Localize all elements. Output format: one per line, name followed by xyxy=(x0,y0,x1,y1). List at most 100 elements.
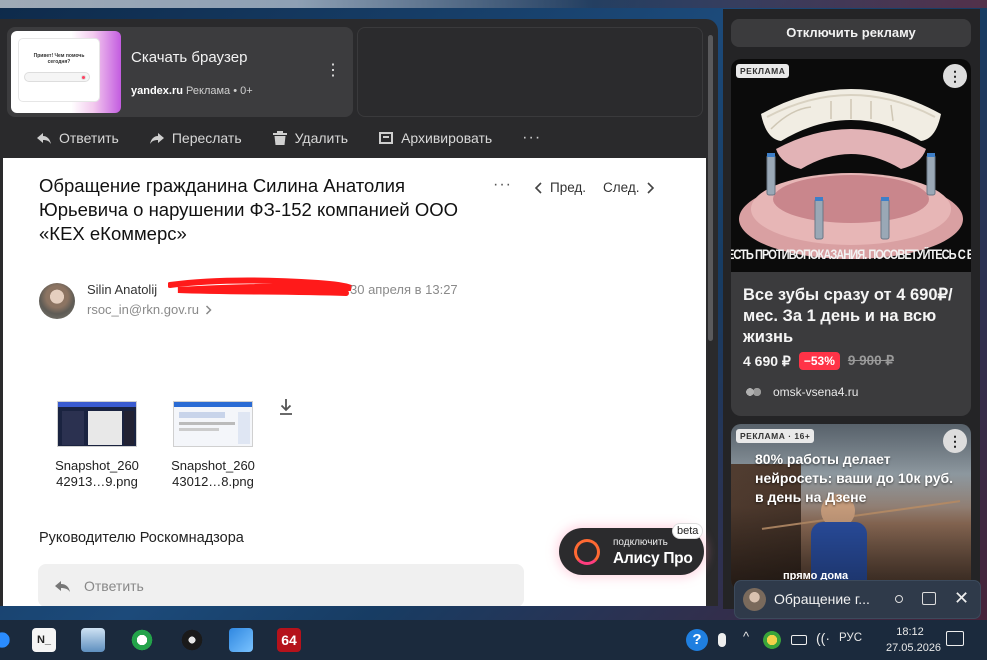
recipient-address[interactable]: rsoc_in@rkn.gov.ru xyxy=(87,302,212,317)
dental-ad-image: РЕКЛАМА ⋮ ЕСТЬ ПРОТИВОПОКАЗАНИЯ. ПОСОВЕТ… xyxy=(731,59,971,272)
ad-thumbnail-text: Привет! Чем помочь сегодня? xyxy=(33,53,85,65)
clock-time: 18:12 xyxy=(896,626,924,638)
clock-date: 27.05.2026 xyxy=(886,642,942,654)
battery-icon[interactable] xyxy=(791,635,807,645)
alice-subtitle: подключить xyxy=(613,537,668,548)
ad-sep: • xyxy=(233,85,238,97)
quick-reply-placeholder: Ответить xyxy=(84,577,144,594)
site-logo-icon xyxy=(743,384,763,400)
minimize-icon[interactable] xyxy=(895,595,903,603)
app-icon-partial[interactable] xyxy=(0,628,14,652)
ad-domain-row[interactable]: omsk-vsena4.ru xyxy=(743,384,858,400)
message-body-text: Руководителю Роскомнадзора xyxy=(39,530,244,546)
media-app-icon[interactable] xyxy=(180,628,204,652)
ad-title[interactable]: Все зубы сразу от 4 690₽/мес. За 1 день … xyxy=(743,285,965,348)
discount-badge: −53% xyxy=(798,352,840,370)
beta-badge: beta xyxy=(673,524,703,538)
download-icon[interactable] xyxy=(279,398,293,416)
forward-label: Переслать xyxy=(171,130,242,146)
app-64-icon[interactable]: 64 xyxy=(277,628,301,652)
reply-icon xyxy=(55,580,70,592)
dentures-illustration xyxy=(739,89,963,259)
archive-button[interactable]: Архивировать xyxy=(378,130,492,146)
attachment-item[interactable]: Snapshot_260 43012…8.png xyxy=(158,401,268,490)
sender-avatar[interactable] xyxy=(39,283,75,319)
maximize-icon[interactable] xyxy=(922,592,936,605)
attachment-thumbnail xyxy=(57,401,137,447)
chevron-left-icon xyxy=(534,181,542,194)
ad-meta: yandex.ru Реклама • 0+ xyxy=(131,85,253,97)
old-price: 9 900 ₽ xyxy=(847,353,894,368)
recipient-email: rsoc_in@rkn.gov.ru xyxy=(87,302,199,317)
ad-menu-icon[interactable]: ⋮ xyxy=(943,64,967,88)
next-message-button[interactable]: След. xyxy=(603,180,655,195)
reply-label: Ответить xyxy=(59,130,119,146)
microphone-icon[interactable] xyxy=(718,633,726,647)
alice-pro-button[interactable]: подключить Алису Про beta xyxy=(559,524,704,575)
attachment-item[interactable]: Snapshot_260 42913…9.png xyxy=(42,401,152,490)
browser-ad-banner[interactable]: Привет! Чем помочь сегодня? Скачать брау… xyxy=(7,27,353,117)
next-label: След. xyxy=(603,180,640,195)
ad-age: 0+ xyxy=(240,85,253,97)
wifi-icon[interactable]: ((· xyxy=(816,630,830,646)
reply-button[interactable]: Ответить xyxy=(36,130,119,146)
chevron-up-icon[interactable]: ^ xyxy=(743,629,749,644)
forward-button[interactable]: Переслать xyxy=(149,130,242,146)
mail-window: Привет! Чем помочь сегодня? Скачать брау… xyxy=(0,19,718,606)
ad-thumbnail: Привет! Чем помочь сегодня? xyxy=(11,31,121,113)
mail-scrollbar[interactable] xyxy=(708,35,713,341)
ad-domain: omsk-vsena4.ru xyxy=(773,385,859,399)
minimized-compose-window[interactable]: Обращение г... ✕ xyxy=(735,581,980,618)
message-more-button[interactable]: ··· xyxy=(493,176,512,194)
alice-logo-icon xyxy=(574,539,600,565)
monitor-app-icon[interactable] xyxy=(81,628,105,652)
ad-menu-icon[interactable]: ⋮ xyxy=(325,63,341,79)
forward-icon xyxy=(149,133,164,144)
ad-title[interactable]: 80% работы делает нейросеть: ваши до 10к… xyxy=(755,450,955,507)
ad-title[interactable]: Скачать браузер xyxy=(131,49,247,66)
tray-app-icon[interactable] xyxy=(763,631,781,649)
dental-ad-card[interactable]: РЕКЛАМА ⋮ ЕСТЬ ПРОТИВОПОКАЗАНИЯ. ПОСОВЕТ… xyxy=(731,59,971,416)
delete-label: Удалить xyxy=(294,130,349,146)
dzen-ad-card[interactable]: РЕКЛАМА · 16+ ⋮ 80% работы делает нейрос… xyxy=(731,424,971,590)
ad-thumbnail-dot xyxy=(81,75,86,80)
prev-message-button[interactable]: Пред. xyxy=(534,180,586,195)
chevron-right-icon xyxy=(647,181,655,194)
trash-icon xyxy=(272,131,287,145)
message-toolbar: Ответить Переслать Удалить Архивировать … xyxy=(36,127,541,149)
reply-icon xyxy=(37,133,51,144)
attachment-name: Snapshot_260 42913…9.png xyxy=(55,458,139,489)
price-row: 4 690 ₽ −53% 9 900 ₽ xyxy=(743,352,894,370)
photos-app-icon[interactable] xyxy=(229,628,253,652)
prev-label: Пред. xyxy=(550,180,587,195)
disable-ads-button[interactable]: Отключить рекламу xyxy=(731,19,971,47)
chevron-right-icon xyxy=(205,304,212,315)
ad-badge: РЕКЛАМА xyxy=(736,64,790,78)
attachment-name: Snapshot_260 43012…8.png xyxy=(171,458,255,489)
notifications-icon[interactable] xyxy=(946,631,964,646)
archive-icon xyxy=(379,132,394,144)
more-actions-button[interactable]: ··· xyxy=(522,129,541,147)
language-indicator[interactable]: РУС xyxy=(839,632,862,644)
redaction-scribble xyxy=(168,277,353,296)
help-icon[interactable]: ? xyxy=(686,629,708,651)
sender-avatar xyxy=(743,588,766,611)
message-subject: Обращение гражданина Силина Анатолия Юрь… xyxy=(39,175,459,244)
ad-label: Реклама xyxy=(186,85,231,97)
price: 4 690 ₽ xyxy=(743,352,791,369)
ad-thumbnail-card xyxy=(19,39,99,101)
ad-thumbnail-input xyxy=(25,73,89,81)
close-icon[interactable]: ✕ xyxy=(954,589,970,607)
notes-app-icon[interactable]: N_ xyxy=(32,628,56,652)
green-app-icon[interactable] xyxy=(130,628,154,652)
delete-button[interactable]: Удалить xyxy=(272,130,348,146)
attachment-thumbnail xyxy=(173,401,253,447)
alice-title: Алису Про xyxy=(613,550,693,567)
message-view: Обращение гражданина Силина Анатолия Юрь… xyxy=(3,158,706,606)
taskbar: N_ 64 ? ^ ((· РУС 18:12 27.05.2026 xyxy=(0,620,987,660)
ad-badge: РЕКЛАМА · 16+ xyxy=(736,429,815,443)
quick-reply-field[interactable]: Ответить xyxy=(38,564,524,606)
sender-name[interactable]: Silin Anatolij xyxy=(87,282,157,297)
clock[interactable]: 18:12 27.05.2026 xyxy=(886,624,942,656)
archive-label: Архивировать xyxy=(401,130,493,146)
